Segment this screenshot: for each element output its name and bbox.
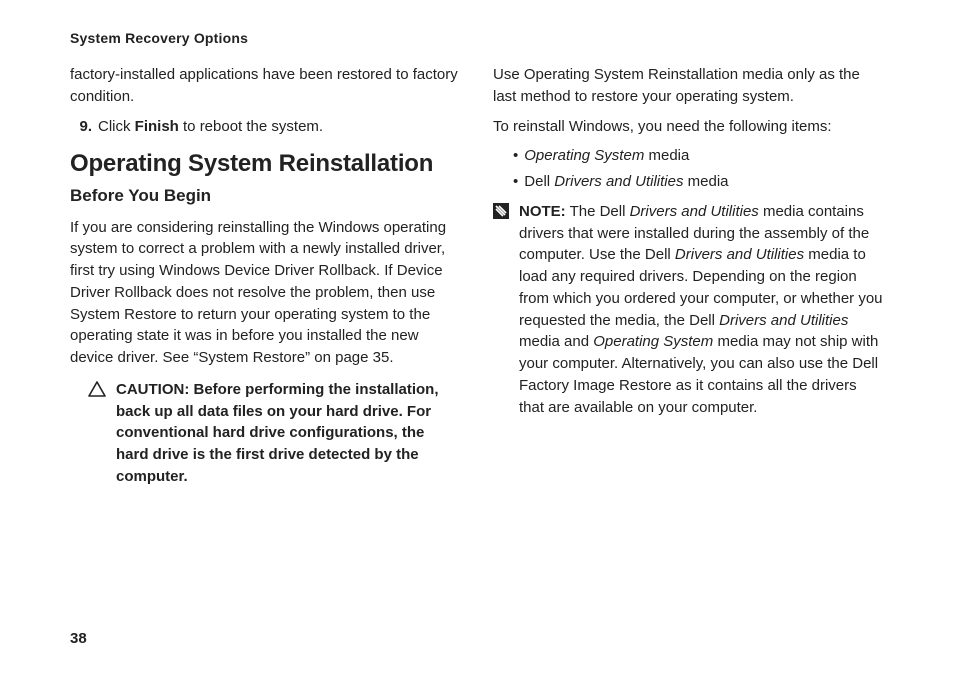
document-page: System Recovery Options factory-installe…	[0, 0, 954, 677]
note-text: NOTE: The Dell Drivers and Utilities med…	[519, 201, 884, 419]
continued-paragraph: factory-installed applications have been…	[70, 64, 461, 108]
note-callout: NOTE: The Dell Drivers and Utilities med…	[493, 201, 884, 419]
step-text: Click Finish to reboot the system.	[98, 116, 323, 138]
caution-callout: CAUTION: Before performing the installat…	[88, 379, 461, 488]
caution-text: CAUTION: Before performing the installat…	[116, 379, 461, 488]
note-s2-italic: Drivers and Utilities	[675, 246, 804, 263]
bullet2-before: Dell	[524, 173, 554, 190]
bullet-text: Operating System media	[524, 145, 689, 167]
note-s3-after: media and	[519, 333, 593, 350]
step-text-after: to reboot the system.	[179, 118, 323, 135]
bullet-text: Dell Drivers and Utilities media	[524, 171, 728, 193]
step-number: 9.	[70, 116, 92, 138]
content-columns: factory-installed applications have been…	[70, 64, 884, 488]
note-label: NOTE:	[519, 203, 566, 220]
bullet2-after: media	[683, 173, 728, 190]
caution-icon	[88, 381, 110, 488]
left-column: factory-installed applications have been…	[70, 64, 461, 488]
right-paragraph-1: Use Operating System Reinstallation medi…	[493, 64, 884, 108]
page-number: 38	[70, 630, 87, 647]
bullet2-italic: Drivers and Utilities	[554, 173, 683, 190]
bullet-item-1: • Operating System media	[513, 145, 884, 167]
bullet1-italic: Operating System	[524, 147, 644, 164]
section-heading: Operating System Reinstallation	[70, 147, 461, 182]
step-text-before: Click	[98, 118, 135, 135]
step-9: 9. Click Finish to reboot the system.	[70, 116, 461, 138]
note-s1-italic: Drivers and Utilities	[630, 203, 759, 220]
right-paragraph-2: To reinstall Windows, you need the follo…	[493, 116, 884, 138]
note-icon	[493, 203, 513, 419]
step-text-bold: Finish	[135, 118, 179, 135]
bullet-dot: •	[513, 145, 518, 167]
bullet1-after: media	[644, 147, 689, 164]
items-list: • Operating System media • Dell Drivers …	[493, 145, 884, 193]
before-you-begin-paragraph: If you are considering reinstalling the …	[70, 217, 461, 369]
bullet-item-2: • Dell Drivers and Utilities media	[513, 171, 884, 193]
right-column: Use Operating System Reinstallation medi…	[493, 64, 884, 488]
note-s1-before: The Dell	[566, 203, 630, 220]
page-header: System Recovery Options	[70, 30, 884, 46]
note-s3-italic: Drivers and Utilities	[719, 312, 848, 329]
bullet-dot: •	[513, 171, 518, 193]
note-s4-italic: Operating System	[593, 333, 713, 350]
subsection-heading: Before You Begin	[70, 184, 461, 209]
